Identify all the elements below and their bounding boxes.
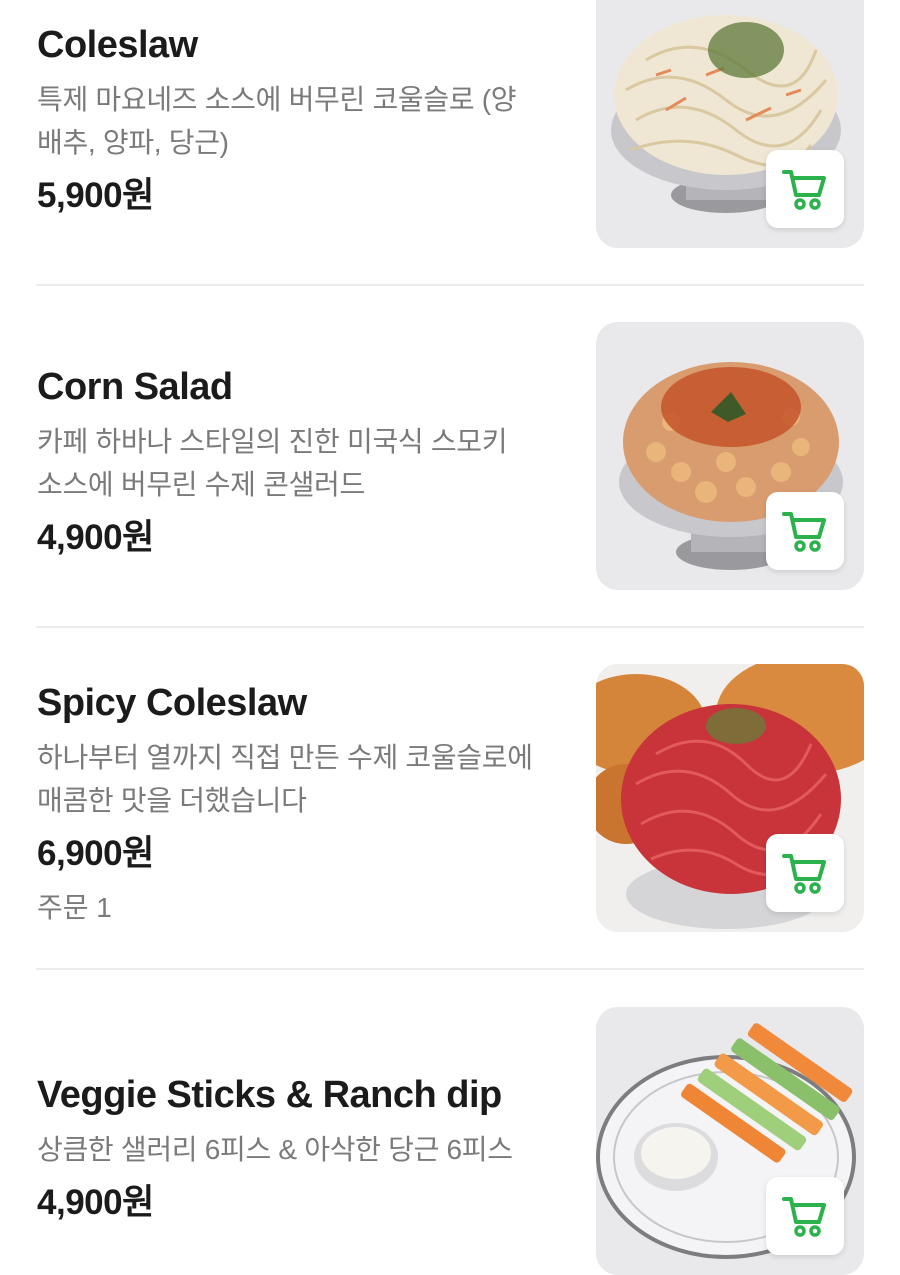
item-description: 특제 마요네즈 소스에 버무린 코울슬로 (양배추, 양파, 당근)	[37, 84, 517, 158]
cart-icon	[782, 512, 826, 552]
menu-item-coleslaw[interactable]: Coleslaw 특제 마요네즈 소스에 버무린 코울슬로 (양배추, 양파, …	[0, 0, 900, 285]
item-description: 상큼한 샐러리 6피스 & 아삭한 당근 6피스	[37, 1134, 513, 1165]
add-to-cart-button[interactable]	[766, 150, 844, 228]
add-to-cart-button[interactable]	[766, 1177, 844, 1255]
item-price: 4,900원	[37, 518, 154, 557]
cart-icon	[782, 170, 826, 210]
item-price: 4,900원	[37, 1183, 154, 1222]
item-name: Corn Salad	[37, 366, 233, 408]
cart-icon	[782, 1197, 826, 1237]
item-name: Veggie Sticks & Ranch dip	[37, 1074, 502, 1116]
cart-icon	[782, 854, 826, 894]
add-to-cart-button[interactable]	[766, 492, 844, 570]
item-image[interactable]	[596, 0, 864, 248]
item-description: 카페 하바나 스타일의 진한 미국식 스모키 소스에 버무린 수제 콘샐러드	[37, 426, 508, 500]
item-image[interactable]	[596, 664, 864, 932]
item-description: 하나부터 열까지 직접 만든 수제 코울슬로에 매콤한 맛을 더했습니다	[37, 742, 533, 816]
item-price: 5,900원	[37, 176, 154, 215]
item-name: Coleslaw	[37, 24, 198, 66]
item-name: Spicy Coleslaw	[37, 682, 307, 724]
item-image[interactable]	[596, 322, 864, 590]
item-info: Corn Salad 카페 하바나 스타일의 진한 미국식 스모키 소스에 버무…	[37, 364, 567, 560]
item-info: Spicy Coleslaw 하나부터 열까지 직접 만든 수제 코울슬로에 매…	[37, 680, 567, 926]
item-info: Coleslaw 특제 마요네즈 소스에 버무린 코울슬로 (양배추, 양파, …	[37, 22, 567, 218]
menu-item-veggie-sticks[interactable]: Veggie Sticks & Ranch dip 상큼한 샐러리 6피스 & …	[0, 970, 900, 1275]
add-to-cart-button[interactable]	[766, 834, 844, 912]
menu-item-spicy-coleslaw[interactable]: Spicy Coleslaw 하나부터 열까지 직접 만든 수제 코울슬로에 매…	[0, 628, 900, 970]
item-price: 6,900원	[37, 834, 154, 873]
menu-item-corn-salad[interactable]: Corn Salad 카페 하바나 스타일의 진한 미국식 스모키 소스에 버무…	[0, 286, 900, 628]
item-image[interactable]	[596, 1007, 864, 1275]
item-info: Veggie Sticks & Ranch dip 상큼한 샐러리 6피스 & …	[37, 1072, 567, 1225]
order-count: 주문 1	[37, 892, 112, 923]
